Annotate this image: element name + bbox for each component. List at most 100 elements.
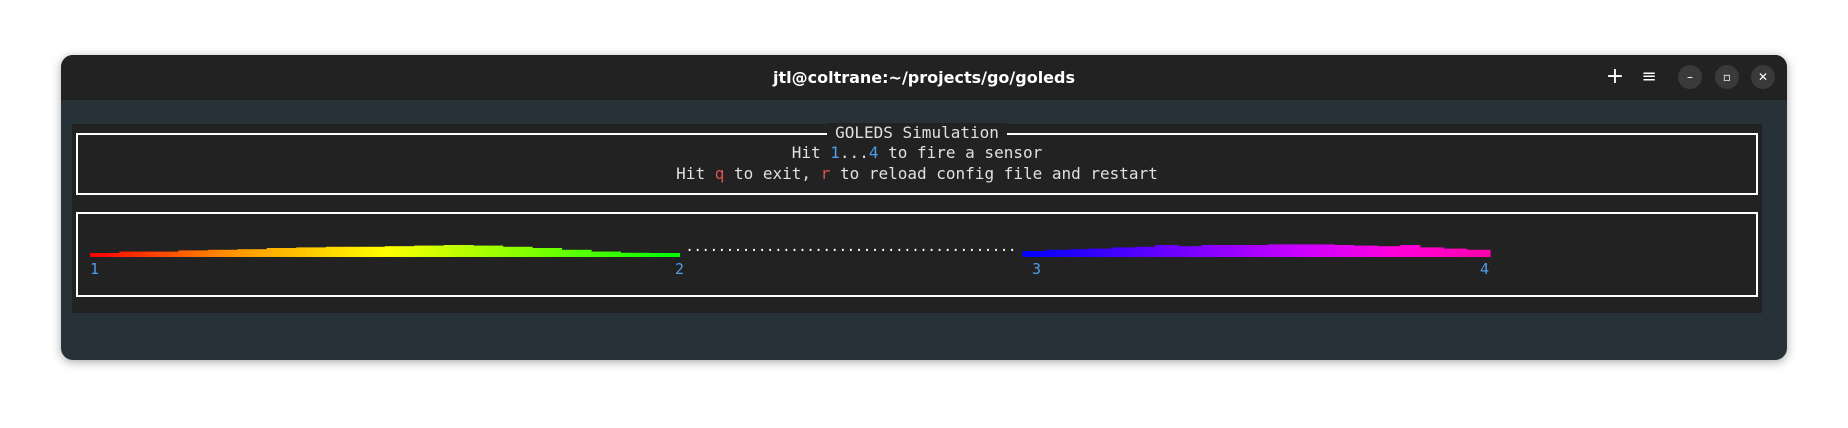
led-segment-2	[1053, 249, 1059, 257]
led-segment-2	[1462, 248, 1468, 257]
led-segment-0	[207, 249, 214, 257]
led-segment-0	[468, 245, 474, 257]
window-title: jtl@coltrane:~/projects/go/goleds	[772, 68, 1076, 87]
led-segment-0	[306, 247, 312, 257]
led-segment-2	[1345, 245, 1351, 257]
led-segment-0	[581, 249, 587, 257]
led-segment-2	[1478, 249, 1483, 257]
menu-button[interactable]: ≡	[1637, 65, 1661, 89]
led-segment-0	[404, 246, 410, 257]
led-segment-2	[1170, 245, 1175, 257]
led-segment-2	[1041, 251, 1047, 257]
led-segment-0	[168, 251, 175, 257]
led-segment-0	[296, 247, 302, 257]
led-segment-2	[1201, 245, 1207, 257]
led-segment-0	[266, 248, 273, 257]
led-segment-0	[428, 245, 435, 257]
led-segment-0	[360, 246, 366, 257]
led-segment-2	[1205, 245, 1211, 257]
led-segment-2	[1209, 245, 1214, 257]
led-segment-2	[1330, 244, 1335, 257]
terminal-content[interactable]: GOLEDS Simulation Hit 1...4 to fire a se…	[72, 123, 1762, 313]
led-segment-2	[1263, 245, 1269, 257]
led-segment-0	[551, 248, 558, 257]
led-segment-2	[1334, 245, 1339, 257]
led-segment-0	[301, 247, 307, 257]
led-segment-0	[669, 253, 676, 257]
led-segment-2	[1377, 246, 1382, 257]
led-segment-0	[453, 245, 459, 257]
title-bar[interactable]: jtl@coltrane:~/projects/go/goleds + ≡ – …	[61, 55, 1787, 100]
led-segment-0	[654, 253, 661, 257]
led-segment-2	[1150, 246, 1156, 257]
led-segment-2	[1427, 247, 1433, 257]
led-segment-2	[1217, 245, 1222, 257]
led-segment-2	[1291, 244, 1296, 257]
led-segment-0	[620, 252, 626, 257]
led-segment-2	[1115, 247, 1121, 257]
led-segment-0	[640, 252, 646, 257]
led-segment-2	[1357, 245, 1363, 257]
led-segment-0	[365, 246, 371, 257]
led-segment-0	[600, 251, 607, 257]
led-segment-0	[379, 246, 386, 257]
led-segment-2	[1349, 245, 1355, 257]
led-segment-2	[1283, 244, 1288, 257]
led-segment-2	[1326, 244, 1331, 257]
led-segment-2	[1443, 248, 1448, 257]
led-segment-2	[1415, 245, 1421, 257]
led-segment-0	[124, 251, 130, 257]
led-segment-0	[463, 245, 469, 257]
led-segment-2	[1310, 244, 1316, 257]
minimize-button[interactable]: –	[1678, 65, 1702, 89]
led-segment-0	[473, 245, 479, 257]
led-segment-0	[615, 251, 622, 257]
led-segment-0	[281, 248, 288, 257]
led-segment-0	[409, 246, 415, 257]
led-segment-2	[1260, 245, 1265, 257]
led-segment-2	[1186, 246, 1191, 257]
led-segment-0	[104, 253, 111, 257]
led-segment-2	[1088, 248, 1094, 257]
led-segment-2	[1439, 247, 1444, 257]
led-segment-0	[178, 250, 184, 257]
led-segment-0	[350, 246, 356, 257]
led-segment-0	[193, 250, 199, 257]
led-segment-0	[590, 251, 597, 257]
led-segment-2	[1061, 249, 1066, 257]
led-segment-0	[399, 246, 405, 257]
led-segment-2	[1178, 246, 1183, 257]
led-segment-0	[492, 245, 499, 257]
led-segment-2	[1158, 245, 1164, 257]
led-segment-0	[443, 245, 450, 257]
led-segment-2	[1252, 245, 1257, 257]
led-segment-2	[1365, 245, 1370, 257]
led-segment-0	[114, 253, 121, 257]
led-segment-2	[1454, 248, 1460, 257]
close-button[interactable]: ✕	[1751, 65, 1775, 89]
led-segment-0	[664, 253, 671, 257]
maximize-button[interactable]: ▫	[1715, 65, 1739, 89]
led-segment-2	[1139, 246, 1144, 257]
led-segment-2	[1388, 246, 1394, 257]
led-segment-2	[1322, 244, 1327, 257]
led-segment-0	[576, 249, 582, 257]
led-segment-0	[478, 245, 484, 257]
led-segment-0	[252, 249, 258, 257]
led-segment-0	[433, 245, 440, 257]
led-segment-0	[188, 250, 194, 257]
led-segment-2	[1127, 247, 1133, 257]
led-segment-2	[1221, 245, 1226, 257]
led-segment-2	[1256, 245, 1261, 257]
led-segment-0	[423, 245, 430, 257]
led-segment-0	[635, 252, 641, 257]
new-tab-button[interactable]: +	[1603, 65, 1627, 89]
led-segment-2	[1174, 245, 1179, 257]
instruction-line-1: Hit 1...4 to fire a sensor	[791, 143, 1043, 162]
led-segment-2	[1076, 249, 1082, 257]
led-segment-2	[1279, 244, 1285, 257]
led-segment-2	[1057, 249, 1062, 257]
led-segment-0	[311, 247, 317, 257]
led-segment-0	[482, 245, 489, 257]
led-segment-0	[242, 249, 248, 257]
